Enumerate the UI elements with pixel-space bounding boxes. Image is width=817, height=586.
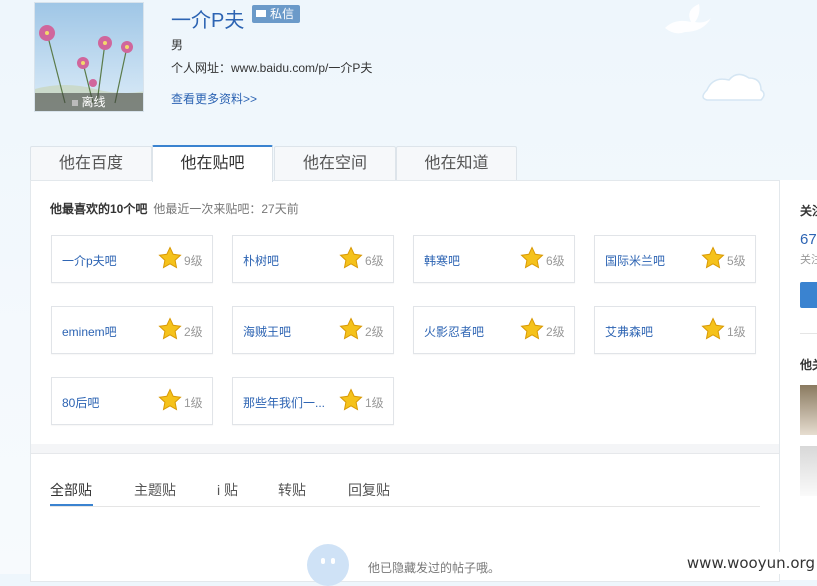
profile-username[interactable]: 一介P夫 [171,4,244,33]
bird-cloud-decoration [665,4,765,101]
favorite-bar-level: 6级 [546,254,565,268]
envelope-icon [256,10,266,18]
sidebar-count-label: 关注 [800,254,817,266]
favorites-title: 他最喜欢的10个吧 [50,202,148,216]
favorite-bar-level: 2级 [365,325,384,339]
sidebar-heading-follow: 关注 [800,204,817,218]
favorite-bar-card[interactable]: 韩寒吧 6级 [413,235,575,283]
favorite-bar-card[interactable]: 那些年我们一... 1级 [232,377,394,425]
tab-tieba[interactable]: 他在贴吧 [152,145,273,182]
favorite-bar-card[interactable]: 一介p夫吧 9级 [51,235,213,283]
favorite-bar-name[interactable]: 艾弗森吧 [605,323,653,340]
star-icon [701,246,725,269]
profile-homepage: 个人网址：www.baidu.com/p/一介P夫 [171,61,373,75]
empty-hint: 他已隐藏发过的帖子哦。 [368,561,501,575]
favorite-bar-card[interactable]: 火影忍者吧 2级 [413,306,575,354]
favorite-bar-level: 6级 [365,254,384,268]
star-icon [158,246,182,269]
feed-tab-i[interactable]: i 贴 [217,480,238,500]
private-message-button[interactable]: 私信 [252,5,301,23]
favorite-bar-level: 1级 [365,396,384,410]
favorite-bar-card[interactable]: 海贼王吧 2级 [232,306,394,354]
favorite-bar-name[interactable]: eminem吧 [62,323,117,340]
favorite-bar-card[interactable]: eminem吧 2级 [51,306,213,354]
smiley-icon [307,544,349,586]
favorite-bar-name[interactable]: 一介p夫吧 [62,252,117,269]
more-info-link[interactable]: 查看更多资料>> [171,90,257,107]
favorite-bar-level: 9级 [184,254,203,268]
feed-tab-indicator [50,504,93,506]
message-label: 私信 [270,7,295,21]
star-icon [158,317,182,340]
tab-baidu[interactable]: 他在百度 [30,146,152,181]
feed-tab-baseline [50,506,760,507]
star-icon [158,388,182,411]
divider [31,453,779,454]
star-icon [520,317,544,340]
feed-tab-repost[interactable]: 转贴 [278,480,306,500]
sidebar-follow-button[interactable] [800,282,817,308]
sidebar-avatar-2[interactable] [800,446,817,496]
sidebar-heading-following: 他关 [800,358,817,372]
status-dot-icon [72,99,79,106]
feed-tab-threads[interactable]: 主题贴 [134,480,176,500]
watermark: www.wooyun.org [680,552,817,574]
favorite-bar-level: 1级 [184,396,203,410]
favorite-bar-level: 2级 [546,325,565,339]
favorite-bar-name[interactable]: 火影忍者吧 [424,323,484,340]
favorite-bar-name[interactable]: 韩寒吧 [424,252,460,269]
favorite-bar-level: 1级 [727,325,746,339]
online-status: 离线 [35,93,143,111]
star-icon [520,246,544,269]
star-icon [339,246,363,269]
favorite-bar-name[interactable]: 朴树吧 [243,252,279,269]
star-icon [339,317,363,340]
favorite-bar-card[interactable]: 朴树吧 6级 [232,235,394,283]
favorite-bar-level: 2级 [184,325,203,339]
feed-tab-replies[interactable]: 回复贴 [348,480,390,500]
feed-tab-all[interactable]: 全部贴 [50,480,92,500]
last-visit-text: 他最近一次来贴吧：27天前 [153,202,299,216]
favorite-bar-level: 5级 [727,254,746,268]
favorite-bar-card[interactable]: 80后吧 1级 [51,377,213,425]
profile-gender: 男 [171,38,184,52]
favorite-bar-name[interactable]: 海贼王吧 [243,323,291,340]
favorite-bar-card[interactable]: 艾弗森吧 1级 [594,306,756,354]
sidebar-follow-count[interactable]: 67 [800,231,817,248]
favorite-bar-name[interactable]: 那些年我们一... [243,394,325,411]
tab-space[interactable]: 他在空间 [274,146,396,181]
favorites-heading: 他最喜欢的10个吧 他最近一次来贴吧：27天前 [50,200,299,217]
status-label: 离线 [81,95,106,109]
star-icon [339,388,363,411]
star-icon [701,317,725,340]
tab-zhidao[interactable]: 他在知道 [396,146,517,181]
profile-avatar[interactable]: 离线 [34,2,144,112]
sidebar-divider [800,333,817,334]
favorite-bar-name[interactable]: 80后吧 [62,394,99,411]
favorite-bar-name[interactable]: 国际米兰吧 [605,252,665,269]
favorite-bar-card[interactable]: 国际米兰吧 5级 [594,235,756,283]
sidebar-avatar-1[interactable] [800,385,817,435]
